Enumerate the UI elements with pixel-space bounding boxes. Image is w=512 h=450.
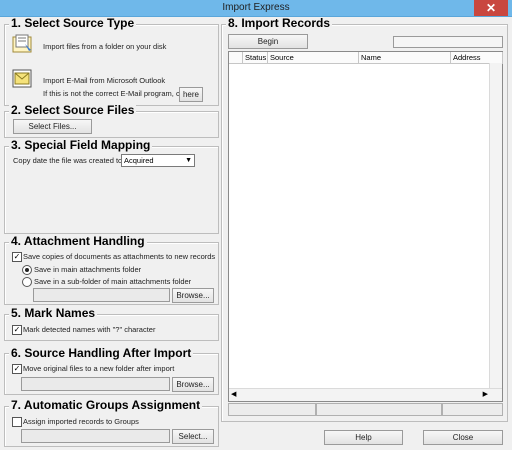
here-button[interactable]: here xyxy=(179,87,203,102)
import-records-title: 8. Import Records xyxy=(226,16,333,30)
move-browse-button[interactable]: Browse... xyxy=(172,377,214,392)
select-files-button[interactable]: Select Files... xyxy=(13,119,92,134)
outlook-icon[interactable] xyxy=(12,68,32,88)
progress-field xyxy=(393,36,503,48)
source-handling-title: 6. Source Handling After Import xyxy=(9,346,194,360)
copy-date-value: Acquired xyxy=(124,156,154,165)
select-groups-button[interactable]: Select... xyxy=(172,429,214,444)
move-folder-field[interactable] xyxy=(21,377,170,391)
save-copies-label[interactable]: Save copies of documents as attachments … xyxy=(23,252,215,261)
save-copies-checkbox[interactable]: ✓ xyxy=(12,252,22,262)
source-type-title: 1. Select Source Type xyxy=(9,16,137,30)
attachment-browse-button[interactable]: Browse... xyxy=(172,288,214,303)
groups-title: 7. Automatic Groups Assignment xyxy=(9,398,203,412)
mark-names-title: 5. Mark Names xyxy=(9,306,98,320)
copy-date-select[interactable]: Acquired ▼ xyxy=(121,154,195,167)
status-cell-2 xyxy=(316,403,442,416)
import-files-label[interactable]: Import files from a folder on your disk xyxy=(43,42,166,51)
radio-main-label[interactable]: Save in main attachments folder xyxy=(34,265,141,274)
column-header-blank xyxy=(229,52,243,64)
radio-sub-folder[interactable] xyxy=(22,277,32,287)
move-files-label[interactable]: Move original files to a new folder afte… xyxy=(23,364,174,373)
move-files-checkbox[interactable]: ✓ xyxy=(12,364,22,374)
assign-groups-checkbox[interactable] xyxy=(12,417,22,427)
title-bar[interactable]: Import Express ✕ xyxy=(0,0,512,17)
groups-field[interactable] xyxy=(21,429,170,443)
radio-main-folder[interactable] xyxy=(22,265,32,275)
close-button[interactable]: Close xyxy=(423,430,503,445)
mark-names-label[interactable]: Mark detected names with "?" character xyxy=(23,325,155,334)
attachment-title: 4. Attachment Handling xyxy=(9,234,147,248)
field-mapping-title: 3. Special Field Mapping xyxy=(9,138,153,152)
help-button[interactable]: Help xyxy=(324,430,403,445)
folder-import-icon[interactable] xyxy=(12,33,32,53)
import-express-window: Import Express ✕ 1. Select Source Type I… xyxy=(0,0,512,450)
chevron-down-icon[interactable]: ▼ xyxy=(185,155,192,166)
window-title: Import Express xyxy=(222,2,290,13)
scroll-right-icon[interactable]: ▶ xyxy=(483,390,488,398)
column-header-name[interactable]: Name xyxy=(359,52,451,64)
vertical-scrollbar[interactable] xyxy=(489,63,502,389)
source-files-title: 2. Select Source Files xyxy=(9,103,137,117)
copy-date-label: Copy date the file was created to: xyxy=(13,156,125,165)
mark-names-checkbox[interactable]: ✓ xyxy=(12,325,22,335)
horizontal-scrollbar[interactable]: ◀ ▶ xyxy=(229,388,502,401)
status-cell-1 xyxy=(228,403,316,416)
column-header-source[interactable]: Source xyxy=(268,52,359,64)
import-outlook-label[interactable]: Import E-Mail from Microsoft Outlook xyxy=(43,76,165,85)
not-correct-label: If this is not the correct E-Mail progra… xyxy=(43,89,191,98)
sub-folder-field[interactable] xyxy=(33,288,170,302)
records-table[interactable]: Status Source Name Address ◀ ▶ xyxy=(228,51,503,402)
close-icon[interactable]: ✕ xyxy=(474,0,508,16)
status-cell-3 xyxy=(442,403,503,416)
scroll-left-icon[interactable]: ◀ xyxy=(231,390,236,398)
begin-button[interactable]: Begin xyxy=(228,34,308,49)
assign-groups-label[interactable]: Assign imported records to Groups xyxy=(23,417,139,426)
column-header-status[interactable]: Status xyxy=(243,52,268,64)
radio-sub-label[interactable]: Save in a sub-folder of main attachments… xyxy=(34,277,191,286)
